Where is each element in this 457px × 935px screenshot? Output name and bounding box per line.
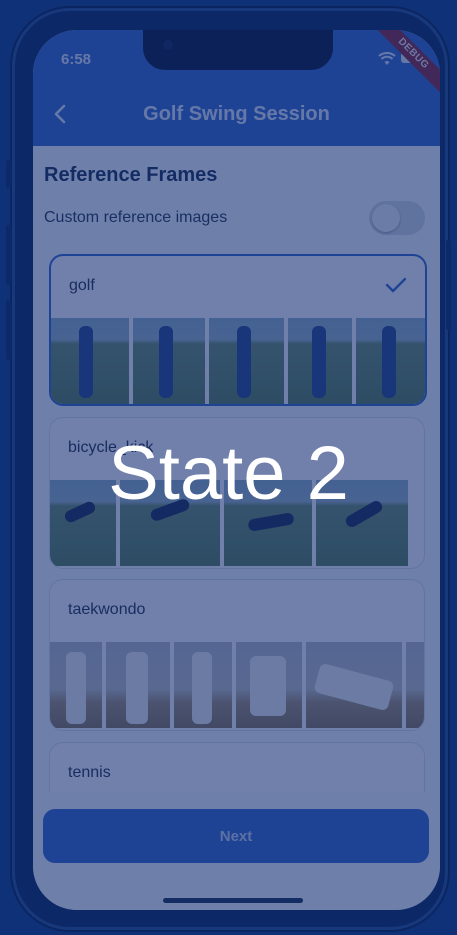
frame-thumbnail bbox=[133, 318, 205, 404]
frame-thumbnail bbox=[106, 642, 170, 728]
frame-thumbnail bbox=[50, 480, 116, 566]
frame-thumbnail bbox=[224, 480, 312, 566]
frame-strip-golf bbox=[51, 318, 425, 404]
page-title: Golf Swing Session bbox=[143, 103, 330, 125]
frame-thumbnail bbox=[316, 480, 408, 566]
frame-thumbnail bbox=[356, 318, 425, 404]
frame-thumbnail bbox=[120, 480, 220, 566]
reference-card-label: tennis bbox=[68, 764, 111, 781]
frame-thumbnail bbox=[51, 318, 129, 404]
custom-images-label: Custom reference images bbox=[44, 209, 228, 226]
app-screen: 6:58 DEBUG Golf Swing Session Reference … bbox=[33, 30, 440, 910]
reference-card-label: taekwondo bbox=[68, 601, 146, 618]
home-indicator bbox=[163, 898, 303, 903]
custom-images-toggle[interactable] bbox=[369, 201, 425, 235]
next-button[interactable]: Next bbox=[43, 809, 429, 863]
notch bbox=[143, 30, 333, 70]
reference-card-label: golf bbox=[69, 277, 95, 294]
reference-card-label: bicycle_kick bbox=[68, 439, 154, 456]
phone-volume-up bbox=[6, 225, 11, 285]
phone-power-button bbox=[446, 240, 451, 330]
frame-thumbnail bbox=[288, 318, 352, 404]
frame-thumbnail bbox=[50, 642, 102, 728]
frame-strip-bicycle-kick bbox=[50, 480, 424, 566]
reference-card-taekwondo[interactable]: taekwondo bbox=[49, 579, 425, 731]
section-title: Reference Frames bbox=[44, 164, 218, 186]
frame-thumbnail bbox=[236, 642, 302, 728]
phone-side-button bbox=[6, 160, 11, 188]
frame-thumbnail bbox=[174, 642, 232, 728]
frame-thumbnail bbox=[209, 318, 284, 404]
frame-thumbnail bbox=[406, 642, 424, 728]
camera-icon bbox=[163, 40, 173, 50]
toggle-knob bbox=[372, 204, 400, 232]
frame-strip-taekwondo bbox=[50, 642, 424, 728]
frame-thumbnail bbox=[306, 642, 402, 728]
phone-volume-down bbox=[6, 300, 11, 360]
reference-card-bicycle-kick[interactable]: bicycle_kick bbox=[49, 417, 425, 569]
reference-card-golf[interactable]: golf bbox=[49, 254, 427, 406]
wifi-icon bbox=[378, 52, 396, 65]
checkmark-icon bbox=[385, 277, 407, 293]
status-time: 6:58 bbox=[61, 51, 92, 68]
